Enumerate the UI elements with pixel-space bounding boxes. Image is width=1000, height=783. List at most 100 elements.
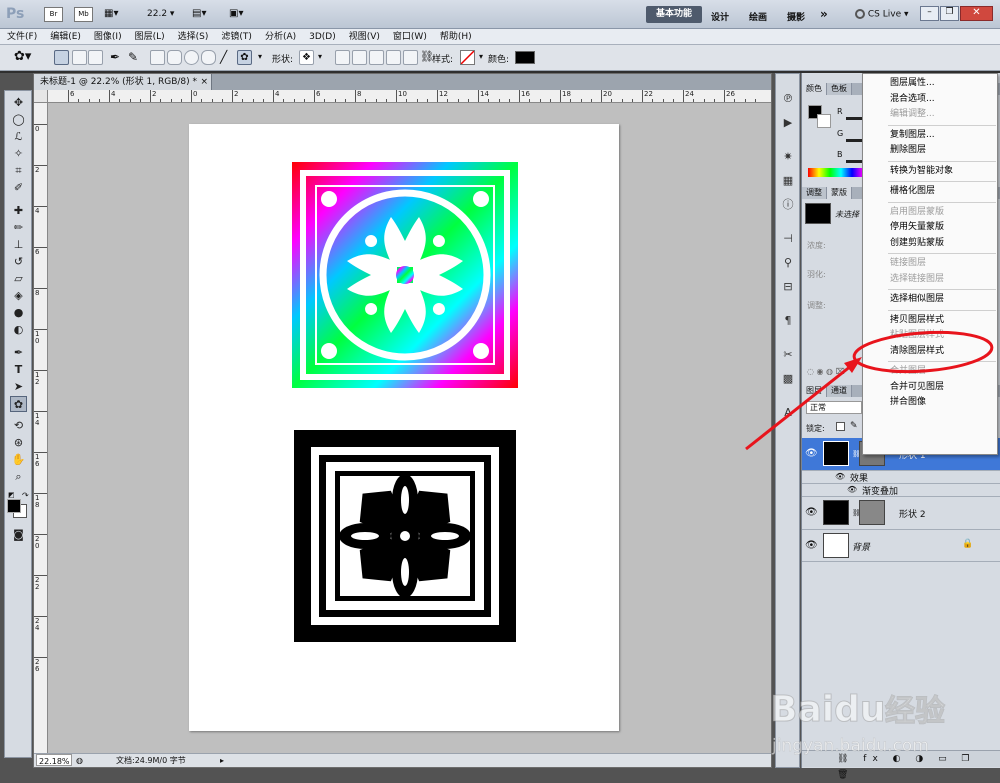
document-page[interactable] [189,124,619,731]
zoom-tool-icon[interactable]: ⌕ [10,469,27,485]
menu-filter[interactable]: 滤镜(T) [214,29,258,44]
layer-name[interactable]: 背景 [852,540,870,553]
path-select-icon[interactable]: ➤ [10,379,27,395]
context-menu-item[interactable]: 删除图层 [863,143,997,157]
zoom-field[interactable]: 22.18% [36,754,72,766]
more-workspaces-button[interactable]: » [820,7,828,21]
rectangle-shape-button[interactable] [150,50,165,65]
color-ramp[interactable] [808,168,863,177]
tab-masks[interactable]: 蒙版 [827,187,852,199]
status-menu-icon[interactable]: ◍ [76,754,83,767]
context-menu-item[interactable]: 转换为智能对象 [863,164,997,178]
layer-name[interactable]: 形状 2 [899,507,926,520]
navigator-icon[interactable]: ✷ [780,150,796,164]
workspace-essentials[interactable]: 基本功能 [646,6,702,23]
brush-tool-icon[interactable]: ✏ [10,220,27,236]
menu-3d[interactable]: 3D(D) [302,29,342,44]
bg-color-chip[interactable] [817,114,831,128]
context-menu-item[interactable]: 栅格化图层 [863,184,997,198]
document-tab[interactable]: 未标题-1 @ 22.2% (形状 1, RGB/8) * × [34,74,212,90]
menu-view[interactable]: 视图(V) [342,29,386,44]
swap-colors-icon[interactable]: ↷ [22,491,29,500]
bridge-button[interactable]: Br [44,7,63,22]
style-swatch[interactable] [460,50,475,65]
type-tool-icon[interactable]: T [10,362,27,378]
hand-tool-icon[interactable]: ✋ [10,452,27,468]
rounded-rect-button[interactable] [167,50,182,65]
clone-source-icon[interactable]: ⚲ [780,256,796,270]
combine-mode-exclude[interactable] [403,50,418,65]
shape-layers-button[interactable] [54,50,69,65]
custom-shape-button[interactable]: ✿ [237,50,252,65]
workspace-painting[interactable]: 绘画 [749,10,767,23]
visibility-eye-icon[interactable]: 👁 [805,540,818,551]
menu-select[interactable]: 选择(S) [171,29,215,44]
shape-picker[interactable]: ❖ [299,50,314,65]
cs-live-button[interactable]: CS Live ▾ [855,9,909,20]
minibridge-button[interactable]: Mb [74,7,93,22]
geometry-options-arrow[interactable]: ▾ [258,52,262,61]
layer-row-shape2[interactable]: 👁 ⛓ 形状 2 [802,497,1000,530]
context-menu-item[interactable]: 选择相似图层 [863,292,997,306]
context-menu-item[interactable]: 创建剪贴蒙版 [863,236,997,250]
menu-image[interactable]: 图像(I) [87,29,128,44]
lasso-tool-icon[interactable]: ℒ [10,129,27,145]
default-colors-icon[interactable]: ◩ [8,491,15,499]
minimize-button[interactable]: – [920,6,939,21]
gradient-overlay-row[interactable]: 👁 渐变叠加 [802,484,1000,497]
polygon-button[interactable] [201,50,216,65]
ruler-corner[interactable] [34,90,48,103]
actions-icon[interactable]: ▶ [780,116,796,130]
menu-analysis[interactable]: 分析(A) [258,29,302,44]
menu-layer[interactable]: 图层(L) [128,29,171,44]
tab-adjustments[interactable]: 调整 [802,187,827,199]
healing-brush-icon[interactable]: ✚ [10,203,27,219]
paths-button[interactable] [72,50,87,65]
quick-mask-icon[interactable]: ◙ [10,527,27,543]
context-menu-item[interactable]: 复制图层... [863,128,997,142]
color-swatch[interactable] [515,51,535,64]
layer-row-background[interactable]: 👁 背景 🔒 [802,530,1000,562]
menu-help[interactable]: 帮助(H) [433,29,478,44]
3d-rotate-icon[interactable]: ⟲ [10,418,27,434]
layer-effects-row[interactable]: 👁 效果 [802,471,1000,484]
vertical-ruler[interactable]: 0 2 4 6 8 1 0 1 2 1 4 1 6 1 8 2 0 2 2 2 4 2 6 [34,103,48,753]
gradient-overlay-eye-icon[interactable]: 👁 [847,485,857,494]
3d-orbit-icon[interactable]: ⊛ [10,435,27,451]
context-menu-item[interactable]: 停用矢量蒙版 [863,220,997,234]
eraser-tool-icon[interactable]: ▱ [10,271,27,287]
eyedropper-icon[interactable]: ✐ [10,180,27,196]
line-tool-icon[interactable]: ╱ [220,50,227,64]
view-extras-icon[interactable]: ▦▾ [104,8,130,21]
arrange-documents-icon[interactable]: ▤▾ [192,8,206,19]
zoom-select[interactable]: 22.2 ▾ [147,9,174,19]
combine-mode-subtract[interactable] [369,50,384,65]
freeform-pen-icon[interactable]: ✎ [128,50,138,64]
paint-bucket-icon[interactable]: ◈ [10,288,27,304]
restore-button[interactable]: ❐ [940,6,959,21]
visibility-eye-icon[interactable]: 👁 [805,507,818,518]
combine-mode-new[interactable] [335,50,350,65]
crop-tool-icon[interactable]: ⌗ [10,163,27,179]
canvas-area[interactable] [48,103,771,753]
info-icon[interactable]: ⓘ [780,198,796,212]
combine-mode-intersect[interactable] [386,50,401,65]
status-arrow-icon[interactable]: ▸ [220,754,224,767]
close-button[interactable]: ✕ [960,6,993,21]
custom-shape-tool-icon[interactable]: ✿ [10,396,27,412]
pen-tool-icon[interactable]: ✒ [110,50,120,64]
context-menu-item[interactable]: 图层属性... [863,76,997,90]
ellipse-button[interactable] [184,50,199,65]
tab-color[interactable]: 颜色 [802,83,827,95]
dodge-tool-icon[interactable]: ◐ [10,322,27,338]
menu-window[interactable]: 窗口(W) [386,29,433,44]
pen-tool-box-icon[interactable]: ✒ [10,345,27,361]
marquee-tool-icon[interactable]: ◯ [10,112,27,128]
move-tool-icon[interactable]: ✥ [10,95,27,111]
tool-preset-icon[interactable]: ✿▾ [14,49,31,64]
menu-edit[interactable]: 编辑(E) [43,29,87,44]
effects-eye-icon[interactable]: 👁 [835,472,845,481]
workspace-design[interactable]: 设计 [711,10,729,23]
screen-mode-icon[interactable]: ▣▾ [229,8,243,19]
foreground-color-swatch[interactable] [7,499,21,513]
